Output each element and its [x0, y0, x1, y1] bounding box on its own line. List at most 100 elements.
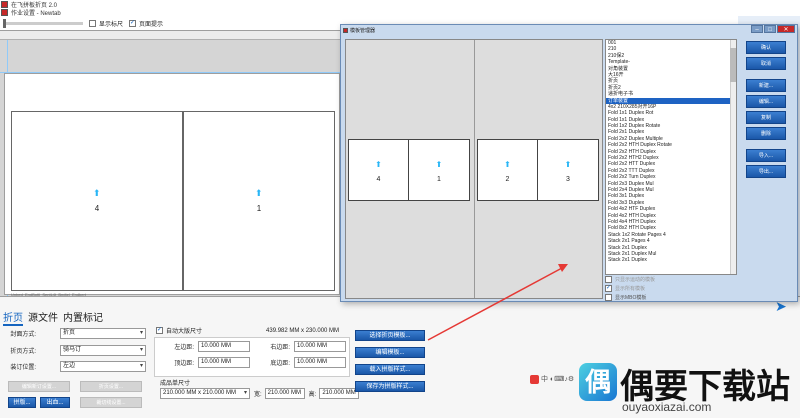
finished-size-label-row: 成品单尺寸 — [160, 378, 190, 387]
select-fold-template-button[interactable]: 选择折页模板... — [355, 330, 425, 341]
preview-page-number: 1 — [437, 176, 441, 183]
auto-size-checkbox[interactable]: ✓ — [156, 327, 163, 334]
dialog-cancel-button[interactable]: 取消 — [746, 57, 786, 70]
dialog-import-button[interactable]: 导入... — [746, 149, 786, 162]
binding-select[interactable]: 左边 — [60, 361, 146, 372]
cover-mode-label: 封面方式: — [10, 332, 36, 338]
page-hint-checkbox[interactable]: ✓ — [129, 19, 137, 27]
zoom-slider[interactable] — [3, 18, 83, 28]
settings-tabs: 折页 源文件 内置标记 — [3, 309, 103, 326]
template-manager-dialog: 模板管理器 – □ ✕ ⬆ 4 ⬆ 1 ⬆ 2 ⬆ 3 001 210 210保… — [340, 24, 798, 302]
tab-fold[interactable]: 折页 — [3, 309, 23, 326]
page-hint-toggle[interactable]: ✓ 页面提示 — [129, 19, 163, 28]
bottom-margin-input[interactable]: 10.000 MM — [294, 357, 346, 368]
watermark-url: ouyaoxiazai.com — [622, 400, 712, 414]
save-style-button[interactable]: 保存为拼版样式... — [355, 381, 425, 392]
tab-marks[interactable]: 内置标记 — [63, 309, 103, 326]
template-preview: ⬆ 4 ⬆ 1 ⬆ 2 ⬆ 3 — [345, 39, 603, 299]
right-margin-label: 右边距: — [270, 345, 290, 351]
show-ruler-toggle[interactable]: 显示标尺 — [89, 19, 123, 28]
right-margin-row: 右边距: 10.000 MM — [264, 341, 346, 352]
dialog-icon — [343, 27, 348, 33]
height-input[interactable]: 210.000 MM — [319, 388, 360, 399]
top-margin-row: 顶边距: 10.000 MM — [164, 357, 250, 368]
filter-check[interactable]: 只显示运动的模板 — [605, 275, 655, 284]
fold-mode-row: 折页方式: 骑马订 — [6, 345, 146, 356]
binding-label: 装订位置: — [10, 365, 36, 371]
dialog-edit-button[interactable]: 编辑... — [746, 95, 786, 108]
template-list[interactable]: 001 210 210保2 Template- 对角装置 大16开 折页 折页2 递折电子书 订单… — [605, 39, 737, 275]
preview-sheet: ⬆ 2 ⬆ 3 — [477, 139, 599, 201]
dialog-delete-button[interactable]: 删除 — [746, 127, 786, 140]
cover-mode-select[interactable]: 折页 — [60, 328, 146, 339]
list-scrollbar-thumb[interactable] — [730, 48, 736, 82]
preview-page: ⬆ 4 — [349, 140, 409, 200]
app-titlebar: 在飞拼板折页 2.0 — [0, 0, 800, 9]
fold-mode-select[interactable]: 骑马订 — [60, 345, 146, 356]
ime-toolbar[interactable]: 中 ◐⌨♪⚙ — [530, 374, 574, 384]
document-icon — [1, 8, 8, 16]
preview-page-number: 2 — [505, 176, 510, 183]
left-margin-input[interactable]: 10.000 MM — [198, 341, 250, 352]
page-up-arrow-icon: ⬆ — [93, 188, 101, 198]
page-up-arrow-icon: ⬆ — [375, 160, 382, 169]
height-label: 高: — [308, 392, 317, 398]
left-margin-row: 左边距: 10.000 MM — [164, 341, 250, 352]
ime-icons: ◐⌨♪⚙ — [550, 376, 575, 383]
zoom-slider-thumb[interactable] — [3, 18, 6, 28]
impose-button[interactable]: 拼版... — [8, 397, 36, 408]
finished-size-select[interactable]: 210.000 MM x 210.000 MM — [160, 388, 250, 399]
auto-size-row: ✓ 自动大版尺寸 439.982 MM x 230.000 MM — [156, 326, 339, 335]
dialog-title: 模板管理器 — [350, 27, 376, 34]
trim-line-settings-button[interactable]: 裁切线设置... — [80, 397, 142, 408]
dialog-titlebar: 模板管理器 — [343, 26, 375, 34]
filter-checkbox[interactable] — [605, 276, 612, 283]
preview-front: ⬆ 4 ⬆ 1 — [346, 40, 475, 298]
filter-checkbox[interactable] — [605, 294, 612, 301]
binding-row: 装订位置: 左边 — [6, 361, 146, 372]
filter-check[interactable]: 显示MBO模板 — [605, 293, 655, 302]
settings-panel: 折页 源文件 内置标记 封面方式: 折页 折页方式: 骑马订 装订位置: 左边 … — [0, 296, 800, 418]
dialog-copy-button[interactable]: 复制 — [746, 111, 786, 124]
page-number: 1 — [256, 204, 262, 213]
tab-source[interactable]: 源文件 — [28, 309, 58, 326]
dialog-window-controls: – □ ✕ — [751, 25, 795, 33]
document-titlebar: 作业设置 - Newtab — [0, 8, 340, 17]
filter-checkbox[interactable]: ✓ — [605, 285, 612, 292]
bleed-button[interactable]: 出血... — [40, 397, 70, 408]
edit-template-button[interactable]: 编辑模板... — [355, 347, 425, 358]
sheet-page[interactable]: ⬆ 4 — [11, 111, 183, 291]
auto-size-label: 自动大版尺寸 — [166, 329, 203, 335]
template-list-item[interactable]: Stack 2x1 Duplex — [606, 257, 736, 263]
preview-page: ⬆ 3 — [538, 140, 598, 200]
bottom-margin-row: 底边距: 10.000 MM — [264, 357, 346, 368]
width-input[interactable]: 210.000 MM — [264, 388, 305, 399]
preview-page: ⬆ 1 — [409, 140, 469, 200]
ime-label: 中 — [541, 376, 548, 383]
preview-page: ⬆ 2 — [478, 140, 538, 200]
dialog-confirm-button[interactable]: 确认 — [746, 41, 786, 54]
load-style-button[interactable]: 载入拼版样式... — [355, 364, 425, 375]
dialog-new-button[interactable]: 新建... — [746, 79, 786, 92]
fold-settings-button[interactable]: 折页设置... — [80, 381, 142, 392]
watermark-logo: 偶 — [579, 363, 617, 401]
close-icon[interactable]: ✕ — [777, 25, 795, 33]
page-up-arrow-icon: ⬆ — [504, 160, 511, 169]
filter-check-label: 显示所有模板 — [615, 286, 646, 292]
sheet-page[interactable]: ⬆ 1 — [183, 111, 335, 291]
dialog-filter-checks: 只显示运动的模板 ✓ 显示所有模板 显示MBO模板 — [605, 275, 655, 302]
maximize-icon[interactable]: □ — [764, 25, 776, 33]
dialog-export-button[interactable]: 导出... — [746, 165, 786, 178]
fold-mode-label: 折页方式: — [10, 349, 36, 355]
press-sheet[interactable]: ⬆ 4 ⬆ 1 Unbed_EndBottl_SentL4t_Bndtel_En… — [4, 73, 340, 297]
filter-check[interactable]: ✓ 显示所有模板 — [605, 284, 655, 293]
sogou-icon — [530, 374, 539, 384]
right-margin-input[interactable]: 10.000 MM — [294, 341, 346, 352]
show-ruler-checkbox[interactable] — [89, 19, 96, 27]
list-scrollbar[interactable] — [730, 40, 736, 274]
filter-check-label: 显示MBO模板 — [615, 295, 647, 301]
minimize-icon[interactable]: – — [751, 25, 763, 33]
top-margin-input[interactable]: 10.000 MM — [198, 357, 250, 368]
finished-size-label: 成品单尺寸 — [160, 381, 191, 387]
edit-binding-settings-button[interactable]: 编辑新订设置... — [8, 381, 70, 392]
